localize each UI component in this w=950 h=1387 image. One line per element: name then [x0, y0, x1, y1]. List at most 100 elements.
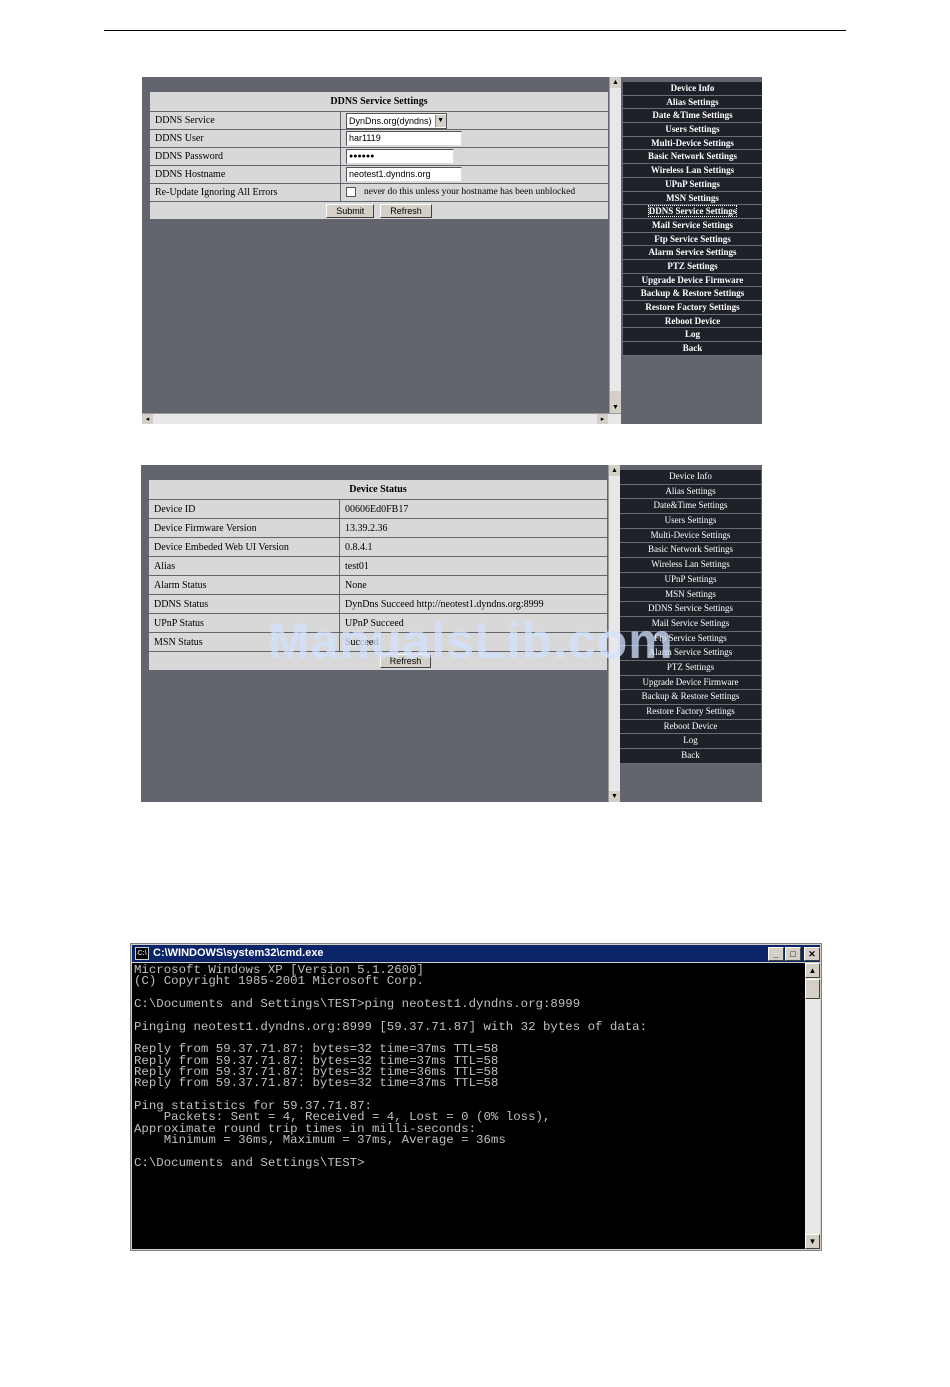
menu-item-label: Back: [682, 343, 703, 354]
menu-item-log[interactable]: Log: [620, 734, 761, 750]
menu-item-restore-factory-settings[interactable]: Restore Factory Settings: [623, 301, 762, 315]
menu-item-upgrade-device-firmware[interactable]: Upgrade Device Firmware: [620, 676, 761, 691]
menu-item-label: Backup & Restore Settings: [641, 691, 740, 702]
menu-item-label: Reboot Device: [663, 720, 718, 731]
scroll-down-icon[interactable]: ▼: [805, 1234, 820, 1249]
ddns-password-input[interactable]: ●●●●●●: [346, 149, 454, 164]
menu-item-label: UPnP Settings: [665, 178, 720, 189]
menu-item-label: Upgrade Device Firmware: [642, 676, 739, 687]
status-value: 0.8.4.1: [339, 537, 607, 557]
ddns-password-label: DDNS Password: [150, 147, 341, 166]
menu-item-backup-and-restore-settings[interactable]: Backup & Restore Settings: [623, 287, 762, 301]
menu-item-wireless-lan-settings[interactable]: Wireless Lan Settings: [623, 164, 762, 178]
ddns-user-input[interactable]: har1119: [346, 131, 462, 146]
menu-item-log[interactable]: Log: [623, 328, 762, 343]
menu-item-upnp-settings[interactable]: UPnP Settings: [623, 178, 762, 192]
chevron-down-icon[interactable]: ▼: [434, 114, 446, 127]
reupdate-label: Re-Update Ignoring All Errors: [150, 183, 341, 202]
menu-item-label: Wireless Lan Settings: [651, 559, 730, 570]
ddns-service-select[interactable]: DynDns.org(dyndns) ▼: [346, 112, 447, 129]
menu-item-users-settings[interactable]: Users Settings: [620, 514, 761, 529]
minimize-icon[interactable]: _: [768, 947, 784, 961]
menu-item-upgrade-device-firmware[interactable]: Upgrade Device Firmware: [623, 274, 762, 288]
menu-item-label: Back: [681, 750, 700, 761]
menu-item-basic-network-settings[interactable]: Basic Network Settings: [620, 543, 761, 559]
reupdate-note: never do this unless your hostname has b…: [364, 187, 576, 198]
scroll-left-icon[interactable]: ◂: [142, 414, 153, 424]
menu-item-ptz-settings[interactable]: PTZ Settings: [623, 260, 762, 274]
menu-item-restore-factory-settings[interactable]: Restore Factory Settings: [620, 705, 761, 720]
menu-item-back[interactable]: Back: [623, 342, 762, 356]
menu-item-reboot-device[interactable]: Reboot Device: [620, 720, 761, 735]
ddns-service-label: DDNS Service: [150, 111, 341, 130]
scroll-right-icon[interactable]: ▸: [597, 414, 608, 424]
cmd-window: C:\ C:\WINDOWS\system32\cmd.exe _ □ ✕ Mic…: [130, 943, 822, 1251]
scroll-thumb[interactable]: [610, 391, 621, 402]
ddns-settings-heading: DDNS Service Settings: [150, 92, 608, 112]
menu-item-label: Wireless Lan Settings: [650, 165, 735, 176]
horizontal-scrollbar[interactable]: ◂ ▸: [142, 413, 621, 424]
status-label: Alias: [149, 556, 340, 576]
menu-item-alarm-service-settings[interactable]: Alarm Service Settings: [623, 246, 762, 260]
reupdate-checkbox[interactable]: [346, 187, 356, 198]
menu-item-wireless-lan-settings[interactable]: Wireless Lan Settings: [620, 558, 761, 573]
status-value: test01: [339, 556, 607, 576]
scroll-up-icon[interactable]: ▲: [610, 77, 621, 88]
menu-item-device-info[interactable]: Device Info: [620, 470, 761, 485]
menu-item-msn-settings[interactable]: MSN Settings: [620, 588, 761, 603]
menu-item-mail-service-settings[interactable]: Mail Service Settings: [623, 219, 762, 233]
menu-item-device-info[interactable]: Device Info: [623, 82, 762, 96]
console-line: Minimum = 36ms, Maximum = 37ms, Average …: [134, 1133, 506, 1148]
menu-item-label: Basic Network Settings: [648, 151, 737, 162]
menu-item-ftp-service-settings[interactable]: Ftp Service Settings: [623, 233, 762, 247]
menu-item-alias-settings[interactable]: Alias Settings: [623, 96, 762, 110]
menu-item-users-settings[interactable]: Users Settings: [623, 123, 762, 137]
menu-item-multi-device-settings[interactable]: Multi-Device Settings: [623, 137, 762, 151]
menu-item-label: Alarm Service Settings: [648, 247, 737, 258]
menu-item-dateandtime-settings[interactable]: Date&Time Settings: [620, 499, 761, 515]
menu-item-basic-network-settings[interactable]: Basic Network Settings: [623, 150, 762, 165]
status-value: 13.39.2.36: [339, 518, 607, 538]
console-line: Pinging neotest1.dyndns.org:8999 [59.37.…: [134, 1019, 648, 1034]
table-row: Device Embeded Web UI Version 0.8.4.1: [149, 537, 607, 557]
menu-item-ddns-service-settings[interactable]: DDNS Service Settings: [623, 205, 762, 219]
menu-item-label: Date&Time Settings: [653, 500, 728, 511]
scroll-up-icon[interactable]: ▲: [805, 963, 820, 978]
scroll-down-icon[interactable]: ▼: [610, 402, 621, 413]
menu-item-label: Alias Settings: [665, 485, 716, 496]
ddns-service-value: DynDns.org(dyndns): [349, 115, 432, 126]
cmd-output-area[interactable]: Microsoft Windows XP [Version 5.1.2600] …: [132, 963, 805, 1249]
menu-item-label: Users Settings: [665, 124, 720, 135]
menu-item-label: PTZ Settings: [667, 260, 718, 271]
menu-item-label: Restore Factory Settings: [645, 302, 740, 312]
menu-item-label: Multi-Device Settings: [650, 529, 731, 540]
ddns-hostname-input[interactable]: neotest1.dyndns.org: [346, 167, 462, 182]
status-label: Device ID: [149, 499, 340, 519]
console-icon: C:\: [135, 946, 149, 960]
table-row: Alias test01: [149, 556, 607, 576]
scroll-up-icon[interactable]: ▲: [609, 465, 620, 476]
menu-item-label: Multi-Device Settings: [651, 137, 734, 148]
menu-item-multi-device-settings[interactable]: Multi-Device Settings: [620, 529, 761, 544]
cmd-scrollbar[interactable]: ▲ ▼: [805, 963, 820, 1249]
menu-item-reboot-device[interactable]: Reboot Device: [623, 315, 762, 329]
refresh-button[interactable]: Refresh: [380, 203, 432, 218]
scroll-thumb[interactable]: [805, 979, 820, 999]
close-icon[interactable]: ✕: [804, 947, 820, 961]
ddns-settings-form: DDNS Service Settings DDNS Service DynDn…: [150, 92, 608, 219]
menu-item-backup-and-restore-settings[interactable]: Backup & Restore Settings: [620, 690, 761, 705]
menu-item-msn-settings[interactable]: MSN Settings: [623, 192, 762, 206]
submit-button[interactable]: Submit: [326, 203, 375, 218]
table-row: Alarm Status None: [149, 575, 607, 595]
watermark-text: ManualsLib.com: [268, 613, 674, 669]
status-value: DynDns Succeed http://neotest1.dyndns.or…: [339, 594, 607, 614]
cmd-title-bar[interactable]: C:\ C:\WINDOWS\system32\cmd.exe _ □ ✕: [132, 945, 820, 962]
scroll-down-icon[interactable]: ▼: [609, 791, 620, 802]
menu-item-upnp-settings[interactable]: UPnP Settings: [620, 573, 761, 588]
menu-item-label: Restore Factory Settings: [646, 706, 735, 716]
menu-item-back[interactable]: Back: [620, 749, 761, 764]
menu-item-alias-settings[interactable]: Alias Settings: [620, 485, 761, 500]
maximize-icon[interactable]: □: [785, 947, 801, 961]
vertical-scrollbar[interactable]: ▲ ▼: [609, 77, 621, 413]
menu-item-date-andtime-settings[interactable]: Date &Time Settings: [623, 109, 762, 124]
